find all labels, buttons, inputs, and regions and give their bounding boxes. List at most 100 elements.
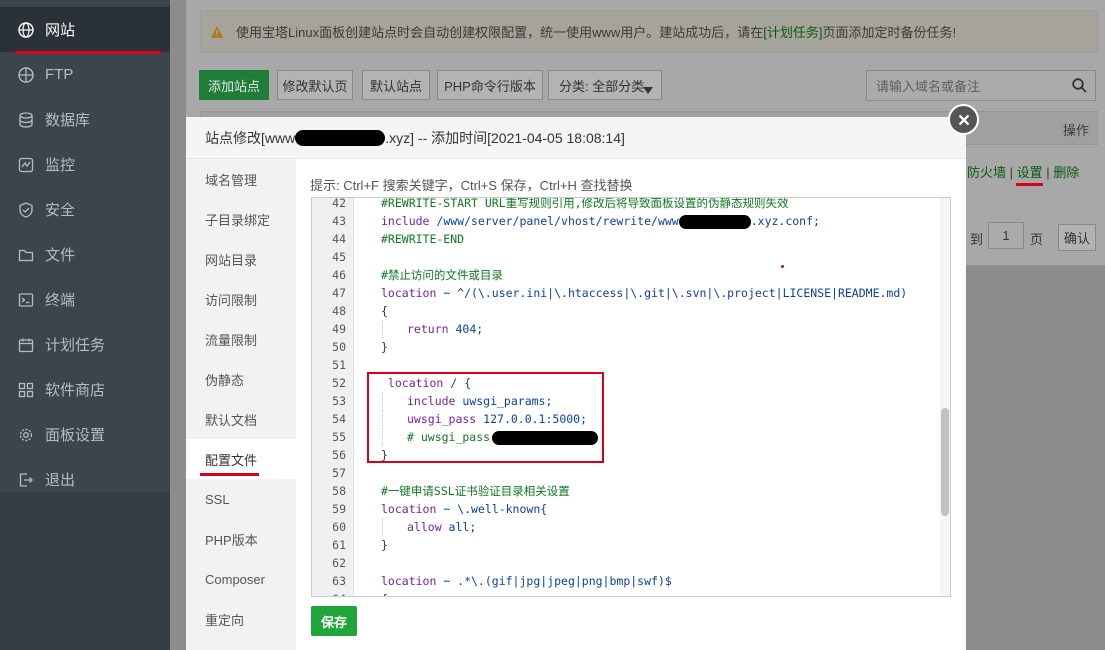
sidebar-item-website[interactable]: 网站: [0, 7, 170, 54]
search-input[interactable]: 请输入域名或备注: [866, 70, 1096, 101]
nav-composer[interactable]: Composer: [186, 559, 296, 599]
pager-page-input[interactable]: 1: [988, 222, 1024, 249]
notice-text-end: 页面添加定时备份任务!: [822, 25, 957, 40]
sidebar-item-files[interactable]: 文件: [0, 232, 170, 277]
close-icon[interactable]: [948, 104, 979, 135]
search-icon[interactable]: [1072, 78, 1087, 96]
add-site-button[interactable]: 添加站点: [199, 70, 269, 100]
database-icon: [17, 111, 35, 129]
code-line: 43 include /www/server/panel/vhost/rewrit…: [312, 212, 940, 230]
sidebar-item-panel-settings[interactable]: 面板设置: [0, 412, 170, 457]
code-text: {: [381, 304, 388, 318]
sidebar-item-label: 面板设置: [45, 427, 106, 444]
nav-traffic-limit[interactable]: 流量限制: [186, 319, 296, 359]
sidebar-item-label: 数据库: [45, 112, 91, 129]
globe-icon: [17, 21, 35, 39]
pager-confirm-button[interactable]: 确认: [1058, 224, 1096, 251]
editor-scrollbar-thumb[interactable]: [941, 408, 949, 516]
sidebar-item-security[interactable]: 安全: [0, 187, 170, 232]
line-number: 49: [332, 322, 346, 336]
sidebar-item-database[interactable]: 数据库: [0, 97, 170, 142]
nav-domain-management[interactable]: 域名管理: [186, 159, 296, 199]
line-number: 42: [332, 197, 346, 210]
warning-icon: [210, 25, 224, 39]
code-text: #禁止访问的文件或目录: [381, 268, 503, 282]
code-text: #一键申请SSL证书验证目录相关设置: [381, 484, 570, 498]
code-line: 42 #REWRITE-START URL重写规则引用,修改后将导致面板设置的伪静…: [312, 197, 940, 212]
search-placeholder: 请输入域名或备注: [876, 79, 981, 94]
ftp-icon: [17, 66, 35, 84]
code-line: 61}: [312, 536, 940, 554]
redacted-domain: [678, 214, 751, 229]
sidebar-item-monitor[interactable]: 监控: [0, 142, 170, 187]
grid-icon: [17, 381, 35, 399]
delete-link[interactable]: 删除: [1053, 165, 1079, 180]
line-number: 64: [312, 590, 346, 596]
sidebar-item-store[interactable]: 软件商店: [0, 367, 170, 412]
indent-guide: [382, 320, 383, 338]
caret-down-icon: [643, 82, 653, 97]
edit-default-page-button[interactable]: 修改默认页: [277, 70, 353, 100]
save-button[interactable]: 保存: [311, 606, 357, 636]
code-text: #REWRITE-START URL重写规则引用,修改后将导致面板设置的伪静态规…: [381, 197, 789, 210]
firewall-link[interactable]: 防火墙: [967, 165, 1006, 180]
folder-icon: [17, 246, 35, 264]
nav-site-directory[interactable]: 网站目录: [186, 239, 296, 279]
sidebar-footer: [0, 492, 170, 650]
sidebar-item-label: 文件: [45, 247, 76, 264]
line-number: 59: [332, 502, 346, 516]
shield-icon: [17, 201, 35, 219]
cron-task-link[interactable]: [计划任务]: [763, 22, 822, 41]
php-cli-version-button[interactable]: PHP命令行版本: [437, 70, 543, 100]
red-dot-mark: [781, 265, 784, 268]
sidebar-item-terminal[interactable]: 终端: [0, 277, 170, 322]
settings-underline: [1015, 183, 1043, 186]
line-number: 61: [332, 538, 346, 552]
sidebar-item-cron[interactable]: 计划任务: [0, 322, 170, 367]
line-number: 53: [332, 394, 346, 408]
nav-config-file[interactable]: 配置文件: [186, 439, 296, 479]
category-select-value: 分类: 全部分类: [559, 78, 645, 94]
code-line: 44 #REWRITE-END: [312, 230, 940, 248]
editor-hint: 提示: Ctrl+F 搜索关键字，Ctrl+S 保存，Ctrl+H 查找替换: [310, 178, 633, 193]
separator: |: [1009, 165, 1014, 180]
line-number: 45: [332, 250, 346, 264]
logout-icon: [17, 471, 35, 489]
nav-php-version[interactable]: PHP版本: [186, 519, 296, 559]
notice-bar: 使用宝塔Linux面板创建站点时会自动创建权限配置，统一使用www用户。建站成功…: [200, 10, 1098, 53]
sidebar-item-ftp[interactable]: FTP: [0, 52, 170, 97]
dialog-nav: 域名管理 子目录绑定 网站目录 访问限制 流量限制 伪静态 默认文档 配置文件 …: [186, 159, 296, 650]
notice-text: 使用宝塔Linux面板创建站点时会自动创建权限配置，统一使用www用户。建站成功…: [236, 25, 764, 40]
nav-default-doc[interactable]: 默认文档: [186, 399, 296, 439]
line-number: 48: [332, 304, 346, 318]
code-line: 45: [312, 248, 940, 266]
code-text: #REWRITE-END: [381, 232, 465, 246]
line-number: 58: [332, 484, 346, 498]
line-number: 50: [332, 340, 346, 354]
category-select[interactable]: 分类: 全部分类: [548, 70, 662, 100]
nav-rewrite[interactable]: 伪静态: [186, 359, 296, 399]
line-number: 51: [332, 358, 346, 372]
nav-redirect[interactable]: 重定向: [186, 599, 296, 639]
nav-ssl[interactable]: SSL: [186, 479, 296, 519]
code-text: return 404;: [407, 322, 484, 336]
row-ops: 防火墙 | 设置 | 删除: [967, 162, 1079, 186]
code-text: }: [381, 538, 388, 552]
code-line: 47 location ~ ^/(\.user.ini|\.htaccess|\.…: [312, 284, 940, 302]
pager-unit-label: 页: [1030, 232, 1044, 247]
code-text: location ~ .*\.(gif|jpg|jpeg|png|bmp|swf…: [381, 574, 672, 588]
line-number: 44: [332, 232, 346, 246]
editor-scrollbar[interactable]: [940, 198, 950, 596]
active-underline: [200, 473, 259, 476]
highlight-box: [367, 372, 604, 463]
default-site-button[interactable]: 默认站点: [362, 70, 430, 100]
nav-subdir-binding[interactable]: 子目录绑定: [186, 199, 296, 239]
code-text: location ~ \.well-known{: [381, 502, 548, 516]
settings-link[interactable]: 设置: [1015, 165, 1043, 186]
line-number: 55: [332, 430, 346, 444]
nav-access-limit[interactable]: 访问限制: [186, 279, 296, 319]
sidebar-item-label: 计划任务: [45, 337, 106, 354]
code-text: {: [381, 590, 388, 596]
monitor-icon: [17, 156, 35, 174]
code-text: }: [381, 340, 388, 354]
